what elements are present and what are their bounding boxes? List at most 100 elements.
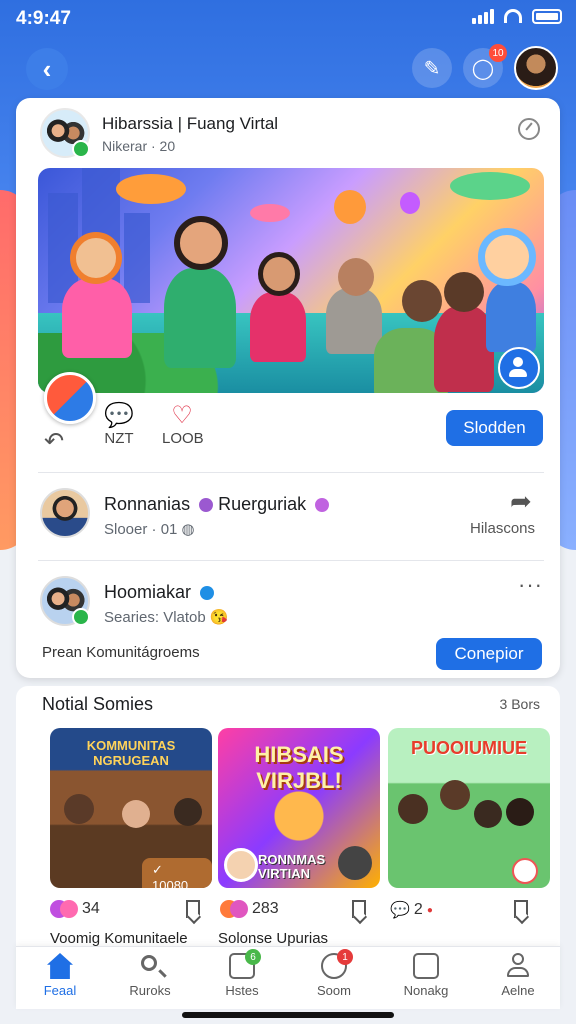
back-button[interactable]: ‹ bbox=[26, 48, 68, 90]
post-avatar[interactable] bbox=[40, 108, 90, 158]
story-thumbnail[interactable]: KOMMUNITAS NGRUGEAN ✓ 10080 bbox=[50, 728, 212, 888]
ufo-shape bbox=[250, 204, 290, 222]
post-image[interactable] bbox=[38, 168, 544, 393]
section-count[interactable]: 3 Bors bbox=[500, 696, 540, 712]
character-head bbox=[70, 232, 122, 284]
comment-icon: 💬 bbox=[104, 402, 134, 429]
home-indicator bbox=[182, 1012, 394, 1018]
follow-button[interactable]: Slodden bbox=[446, 410, 543, 446]
member-name[interactable]: Ronnanias Ruerguriak bbox=[104, 494, 330, 515]
post-card: Hibarssia | Fuang Virtal Nikerar · 20 ↶ … bbox=[16, 98, 560, 678]
reaction-count: 2 bbox=[413, 901, 423, 918]
member-name[interactable]: Hoomiakar bbox=[104, 582, 215, 603]
character-head bbox=[174, 216, 228, 270]
more-options-icon[interactable]: ··· bbox=[518, 572, 543, 598]
emoji-icon bbox=[512, 858, 538, 884]
share-action[interactable]: ↶ bbox=[44, 428, 64, 456]
character-head bbox=[478, 228, 536, 286]
top-bar: ‹ ✎ ◯ 10 bbox=[0, 44, 576, 92]
person-figure bbox=[174, 798, 202, 826]
person-figure bbox=[122, 800, 150, 828]
community-text: Prean Komunitágroems bbox=[42, 644, 200, 661]
tab-search[interactable]: Ruroks bbox=[110, 953, 190, 998]
globe-icon: ◍ bbox=[181, 521, 195, 538]
mascot-figure bbox=[338, 846, 372, 880]
profile-icon bbox=[505, 953, 531, 979]
person-figure bbox=[398, 794, 428, 824]
reaction-icons bbox=[50, 900, 78, 918]
tab-games[interactable]: Nonakg bbox=[386, 953, 466, 998]
tab-label: Nonakg bbox=[403, 983, 449, 998]
bookmark-icon[interactable] bbox=[186, 900, 200, 918]
share-icon[interactable]: ➦ bbox=[510, 486, 532, 517]
story-caption[interactable]: Voomig Komunitaele bbox=[50, 930, 188, 947]
member-avatar[interactable] bbox=[40, 576, 90, 626]
tab-chat[interactable]: 1 Soom bbox=[294, 949, 374, 998]
like-action[interactable]: ♡ LOOB bbox=[162, 402, 204, 447]
person-figure bbox=[474, 800, 502, 828]
member-meta: Slooer · 01 ◍ bbox=[104, 520, 195, 538]
tab-feed[interactable]: Feaal bbox=[20, 953, 100, 998]
comment-label: NZT bbox=[104, 430, 134, 447]
story-reactions: 34 bbox=[50, 900, 100, 918]
notification-badge: 10 bbox=[489, 44, 507, 62]
character-head bbox=[402, 280, 442, 322]
image-profile-button[interactable] bbox=[498, 347, 540, 389]
character-head bbox=[444, 272, 484, 312]
character-head bbox=[338, 258, 374, 296]
verified-badge-icon bbox=[199, 498, 214, 513]
join-community-button[interactable]: Conepior bbox=[436, 638, 542, 670]
comment-action[interactable]: 💬 NZT bbox=[104, 402, 134, 447]
emoji-icon: 😘 bbox=[209, 609, 229, 626]
status-icons bbox=[472, 8, 562, 24]
ufo-shape bbox=[450, 172, 530, 200]
online-badge bbox=[72, 608, 90, 626]
game-icon bbox=[413, 953, 439, 979]
store-icon: 6 bbox=[229, 949, 261, 979]
ufo-shape bbox=[116, 174, 186, 204]
heart-icon: ♡ bbox=[171, 402, 193, 429]
edit-icon[interactable]: ✎ bbox=[412, 48, 452, 88]
post-title[interactable]: Hibarssia | Fuang Virtal bbox=[102, 114, 278, 134]
member-avatar[interactable] bbox=[40, 488, 90, 538]
reaction-count: 34 bbox=[82, 900, 100, 917]
tab-label: Hstes bbox=[225, 983, 259, 998]
bookmark-icon[interactable] bbox=[514, 900, 528, 918]
character-figure bbox=[250, 292, 306, 362]
tab-stores[interactable]: 6 Hstes bbox=[202, 949, 282, 998]
member-meta-text: Slooer · 01 bbox=[104, 521, 178, 538]
chat-bubble-icon: 1 bbox=[321, 949, 353, 979]
member-meta-text: Searies: Vlatob bbox=[104, 609, 206, 626]
member-meta: Searies: Vlatob 😘 bbox=[104, 608, 229, 626]
post-options-icon[interactable] bbox=[518, 118, 540, 140]
building-shape bbox=[124, 213, 150, 303]
balloon-shape bbox=[400, 192, 420, 214]
post-subtitle: Nikerar · 20 bbox=[102, 138, 176, 154]
reaction-icons bbox=[220, 900, 248, 918]
tab-badge: 1 bbox=[337, 949, 353, 965]
community-logo bbox=[44, 372, 96, 424]
tab-label: Feaal bbox=[43, 983, 77, 998]
online-badge bbox=[72, 140, 90, 158]
search-icon bbox=[137, 953, 163, 979]
person-figure bbox=[440, 780, 470, 810]
person-figure bbox=[506, 798, 534, 826]
chat-icon[interactable]: ◯ 10 bbox=[463, 44, 507, 88]
story-reactions: 💬 2 ● bbox=[390, 900, 433, 920]
person-figure bbox=[224, 848, 258, 882]
character-figure bbox=[164, 268, 236, 368]
share-back-icon: ↶ bbox=[44, 428, 65, 455]
profile-avatar[interactable] bbox=[514, 46, 558, 90]
story-thumbnail[interactable]: HIBSAIS VIRJBL! RONNMAS VIRTIAN bbox=[218, 728, 380, 888]
wifi-icon bbox=[504, 9, 522, 23]
tab-badge: 6 bbox=[245, 949, 261, 965]
home-icon bbox=[47, 953, 73, 979]
person-figure bbox=[64, 794, 94, 824]
tab-profile[interactable]: Aelne bbox=[478, 953, 558, 998]
verified-badge-icon bbox=[315, 498, 330, 513]
bookmark-icon[interactable] bbox=[352, 900, 366, 918]
story-thumbnail[interactable]: PUOOIUMIUE bbox=[388, 728, 550, 888]
story-caption[interactable]: Solonse Upurias bbox=[218, 930, 328, 947]
character-figure bbox=[486, 282, 536, 352]
stories-section: Notial Somies 3 Bors KOMMUNITAS NGRUGEAN… bbox=[16, 686, 560, 956]
